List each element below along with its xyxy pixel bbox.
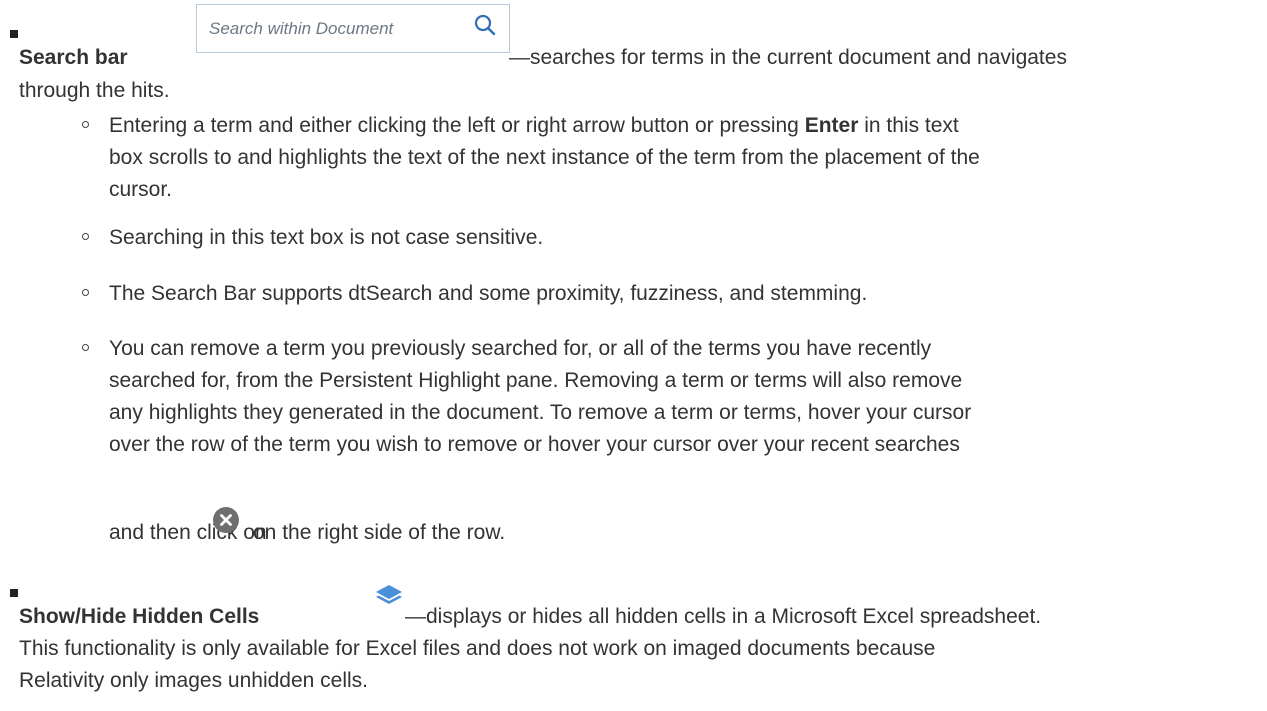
dtsearch-sub-item: The Search Bar supports dtSearch and som… <box>109 282 868 305</box>
sub-bullet <box>82 289 89 296</box>
layers-icon <box>374 583 404 615</box>
search-input-placeholder: Search within Document <box>209 19 394 38</box>
sub-bullet <box>82 121 89 128</box>
hidden-cells-description-line2: This functionality is only available for… <box>19 637 936 660</box>
clear-x-circle-icon <box>212 506 240 540</box>
hidden-cells-title-line: Show/Hide Hidden Cells <box>19 601 259 632</box>
sub-bullet <box>82 233 89 240</box>
hidden-cells-title: Show/Hide Hidden Cells <box>19 605 260 628</box>
hidden-cells-description-line3: Relativity only images unhidden cells. <box>19 669 369 692</box>
search-bar-heading-line: Search bar <box>19 42 128 73</box>
case-sensitivity-sub-item: Searching in this text box is not case s… <box>109 226 544 249</box>
remove-sub-item-line1: You can remove a term you previously sea… <box>109 337 932 360</box>
enter-sub-item-line3: cursor. <box>109 178 173 201</box>
enter-sub-item-line1: Entering a term and either clicking the … <box>109 110 959 141</box>
enter-sub-item-line2: box scrolls to and highlights the text o… <box>109 146 980 169</box>
remove-sub-item-line3: any highlights they generated in the doc… <box>109 401 972 424</box>
enter-key-label: Enter <box>804 114 859 137</box>
search-bar-title: Search bar <box>19 46 128 69</box>
search-icon[interactable] <box>474 14 496 42</box>
enter-text-post: in this text <box>858 114 959 137</box>
sub-bullet <box>82 344 89 351</box>
search-within-document-input[interactable]: Search within Document <box>196 4 510 53</box>
search-bar-description-line1: —searches for terms in the current docum… <box>509 46 1067 69</box>
search-bar-description-line2: through the hits. <box>19 79 170 102</box>
remove-sub-item-line4: over the row of the term you wish to rem… <box>109 433 960 456</box>
remove-sub-item-line5-pre: and then click on <box>109 521 267 544</box>
enter-text-pre: Entering a term and either clicking the … <box>109 114 805 137</box>
hidden-cells-description-line1: —displays or hides all hidden cells in a… <box>405 605 1042 628</box>
bullet-square <box>10 589 18 597</box>
bullet-square <box>10 30 18 38</box>
remove-sub-item-line5-post: on the right side of the row. <box>253 521 506 544</box>
remove-sub-item-line2: searched for, from the Persistent Highli… <box>109 369 963 392</box>
